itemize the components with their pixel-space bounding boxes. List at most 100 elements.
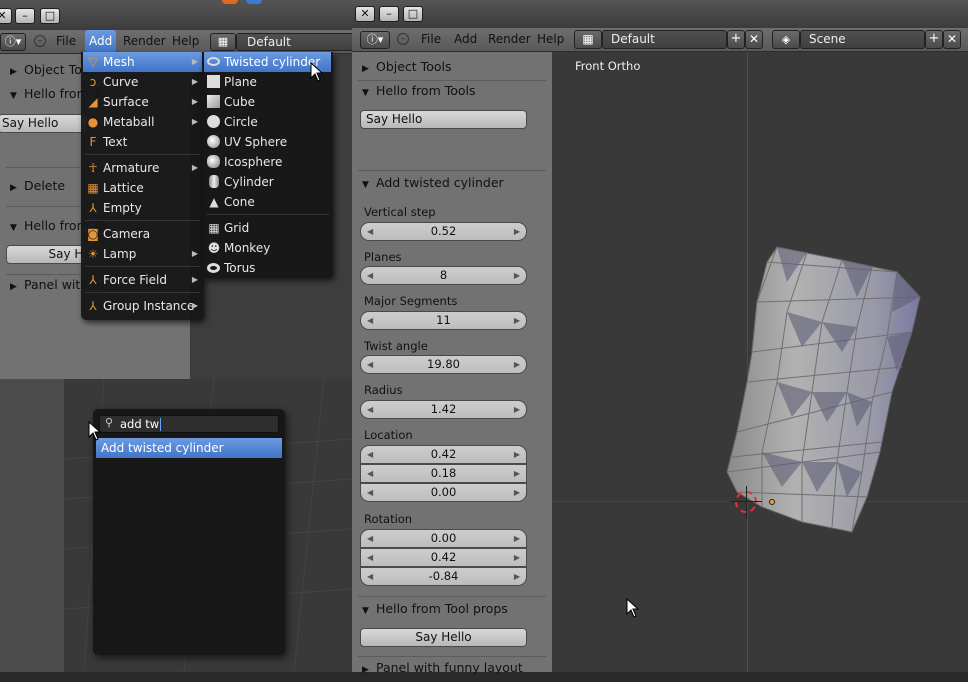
mesh-item-monkey[interactable]: ☻ Monkey [204,238,331,258]
location-y-field[interactable]: ◀ 0.18 ▶ [360,464,527,483]
increment-arrow-icon[interactable]: ▶ [514,465,520,482]
expanded-triangle-icon: ▼ [10,223,17,233]
add-layout-icon[interactable]: + [727,30,745,49]
menu-item-label: Group Instance [103,299,195,313]
add-menu-item-surface[interactable]: ◢ Surface ▶ [83,92,202,112]
menu-add[interactable]: Add [450,28,481,50]
add-menu-item-lamp[interactable]: ☀ Lamp ▶ [83,244,202,264]
expanded-triangle-icon: ▼ [10,91,17,101]
menu-add[interactable]: Add [85,30,117,52]
add-menu-item-camera[interactable]: ◙ Camera [83,224,202,244]
add-menu-item-armature[interactable]: ☥ Armature ▶ [83,158,202,178]
panel-funny-layout[interactable]: ▶ Panel with funny layout [352,656,552,680]
panel-object-tools[interactable]: ▶ Object Tools [352,55,552,79]
delete-scene-icon[interactable]: ✕ [943,30,961,49]
close-button[interactable]: ✕ [0,8,12,24]
collapse-icon[interactable]: – [397,33,409,45]
editor-type-button[interactable]: ⓘ▾ [0,33,26,51]
location-x-field[interactable]: ◀ 0.42 ▶ [360,445,527,464]
panel-add-twisted-cylinder[interactable]: ▼ Add twisted cylinder [352,171,552,195]
menu-help[interactable]: Help [168,30,203,52]
increment-arrow-icon[interactable]: ▶ [514,312,520,329]
add-menu-item-group-instance[interactable]: ⅄ Group Instance ▶ [83,296,202,316]
mesh-item-grid[interactable]: ▦ Grid [204,218,331,238]
add-scene-icon[interactable]: + [925,30,943,49]
decrement-arrow-icon[interactable]: ◀ [367,465,373,482]
decrement-arrow-icon[interactable]: ◀ [367,484,373,501]
decrement-arrow-icon[interactable]: ◀ [367,312,373,329]
increment-arrow-icon[interactable]: ▶ [514,484,520,501]
increment-arrow-icon[interactable]: ▶ [514,549,520,566]
mesh-item-cylinder[interactable]: Cylinder [204,172,331,192]
add-menu-item-mesh[interactable]: ▽ Mesh ▶ [83,52,202,72]
rotation-y-field[interactable]: ◀ 0.42 ▶ [360,548,527,567]
screen-layout-field[interactable]: Default [236,33,356,51]
add-menu-item-lattice[interactable]: ▦ Lattice [83,178,202,198]
decrement-arrow-icon[interactable]: ◀ [367,267,373,284]
search-result-item[interactable]: Add twisted cylinder [96,438,282,458]
decrement-arrow-icon[interactable]: ◀ [367,223,373,240]
say-hello-props-button[interactable]: Say Hello [360,628,527,647]
decrement-arrow-icon[interactable]: ◀ [367,356,373,373]
radius-field[interactable]: ◀ 1.42 ▶ [360,400,527,419]
screen-layout-icon[interactable]: ▦ [210,33,236,51]
increment-arrow-icon[interactable]: ▶ [514,446,520,463]
menu-render[interactable]: Render [484,28,535,50]
editor-type-button[interactable]: ⓘ▾ [360,31,390,49]
decrement-arrow-icon[interactable]: ◀ [367,401,373,418]
screen-layout-icon[interactable]: ▦ [574,30,602,49]
menu-file[interactable]: File [417,28,445,50]
minimize-button[interactable]: – [15,8,35,24]
mesh-item-cone[interactable]: ▲ Cone [204,192,331,212]
app-tray-icon [246,0,262,4]
forcefield-icon: ⅄ [89,273,97,287]
panel-hello-from-tool-props[interactable]: ▼ Hello from Tool props [352,597,552,621]
armature-icon: ☥ [88,161,98,175]
increment-arrow-icon[interactable]: ▶ [514,356,520,373]
menu-file[interactable]: File [52,30,80,52]
mesh-item-circle[interactable]: Circle [204,112,331,132]
rotation-z-field[interactable]: ◀ -0.84 ▶ [360,567,527,586]
add-menu-item-text[interactable]: F Text [83,132,202,152]
increment-arrow-icon[interactable]: ▶ [514,568,520,585]
maximize-button[interactable]: □ [403,6,423,22]
scene-icon[interactable]: ◈ [772,30,800,49]
search-field[interactable]: ⚲ add tw [99,415,279,433]
vertical-step-field[interactable]: ◀ 0.52 ▶ [360,222,527,241]
menu-help[interactable]: Help [533,28,568,50]
say-hello-button[interactable]: Say Hello [360,110,527,129]
3d-viewport[interactable]: Front Ortho [552,52,968,672]
decrement-arrow-icon[interactable]: ◀ [367,549,373,566]
increment-arrow-icon[interactable]: ▶ [514,267,520,284]
mesh-item-torus[interactable]: Torus [204,258,331,278]
decrement-arrow-icon[interactable]: ◀ [367,446,373,463]
decrement-arrow-icon[interactable]: ◀ [367,530,373,547]
maximize-button[interactable]: □ [40,8,60,24]
close-button[interactable]: ✕ [355,6,375,22]
increment-arrow-icon[interactable]: ▶ [514,530,520,547]
delete-layout-icon[interactable]: ✕ [745,30,763,49]
add-menu-item-curve[interactable]: ↄ Curve ▶ [83,72,202,92]
say-hello-button-2[interactable]: Say H [6,245,86,264]
increment-arrow-icon[interactable]: ▶ [514,223,520,240]
minimize-button[interactable]: – [379,6,399,22]
panel-hello-from-tools[interactable]: ▼ Hello from Tools [352,79,552,103]
menu-render[interactable]: Render [119,30,170,52]
collapse-icon[interactable]: – [34,35,46,47]
location-z-field[interactable]: ◀ 0.00 ▶ [360,483,527,502]
add-menu-item-metaball[interactable]: ● Metaball ▶ [83,112,202,132]
rotation-x-field[interactable]: ◀ 0.00 ▶ [360,529,527,548]
scene-field[interactable]: Scene [800,30,925,49]
mesh-item-cube[interactable]: Cube [204,92,331,112]
planes-field[interactable]: ◀ 8 ▶ [360,266,527,285]
add-menu-item-empty[interactable]: ⅄ Empty [83,198,202,218]
major-segments-field[interactable]: ◀ 11 ▶ [360,311,527,330]
mesh-item-uv-sphere[interactable]: UV Sphere [204,132,331,152]
say-hello-button[interactable]: Say Hello [0,114,88,133]
decrement-arrow-icon[interactable]: ◀ [367,568,373,585]
increment-arrow-icon[interactable]: ▶ [514,401,520,418]
mesh-item-icosphere[interactable]: Icosphere [204,152,331,172]
add-menu-item-force-field[interactable]: ⅄ Force Field ▶ [83,270,202,290]
screen-layout-field[interactable]: Default [602,30,727,49]
twist-angle-field[interactable]: ◀ 19.80 ▶ [360,355,527,374]
